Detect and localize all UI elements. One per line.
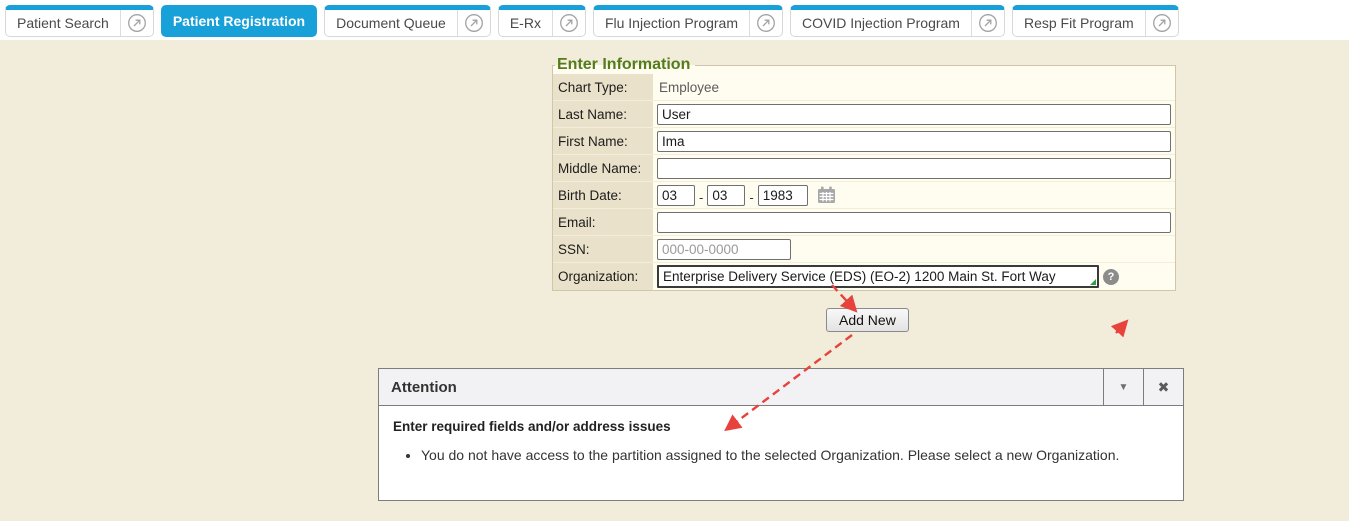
external-link-icon [559,13,579,33]
email-row: Email: [553,209,1175,236]
tab-resp-fit-program[interactable]: Resp Fit Program [1012,5,1179,37]
open-in-new-window-button[interactable] [971,10,1004,36]
attention-panel: Attention ▼ ✖ Enter required fields and/… [378,368,1184,501]
form-legend: Enter Information [555,56,695,74]
attention-title: Attention [379,369,1103,405]
open-in-new-window-button[interactable] [1145,10,1178,36]
tab-e-rx[interactable]: E-Rx [498,5,586,37]
external-link-icon [127,13,147,33]
tab-label: Resp Fit Program [1013,10,1145,36]
attention-header: Attention ▼ ✖ [379,369,1183,406]
birth-date-row: Birth Date: - - [553,182,1175,209]
middle-name-label: Middle Name: [553,155,653,181]
help-icon[interactable]: ? [1103,269,1119,285]
tab-label: Patient Registration [162,6,316,36]
ssn-row: SSN: [553,236,1175,263]
tab-patient-search[interactable]: Patient Search [5,5,154,37]
chevron-down-icon: ▼ [1119,382,1129,393]
external-link-icon [756,13,776,33]
open-in-new-window-button[interactable] [120,10,153,36]
birth-date-label: Birth Date: [553,182,653,208]
enter-information-fieldset: Enter Information Chart Type: Employee L… [552,56,1176,291]
middle-name-row: Middle Name: [553,155,1175,182]
tab-label: Patient Search [6,10,120,36]
open-in-new-window-button[interactable] [457,10,490,36]
attention-body: Enter required fields and/or address iss… [379,406,1183,476]
date-separator: - [749,190,753,205]
close-icon: ✖ [1158,379,1170,396]
last-name-label: Last Name: [553,101,653,127]
add-new-button[interactable]: Add New [826,308,909,332]
close-panel-button[interactable]: ✖ [1143,369,1183,405]
first-name-label: First Name: [553,128,653,154]
first-name-input[interactable] [657,131,1171,152]
last-name-input[interactable] [657,104,1171,125]
ssn-input[interactable] [657,239,791,260]
external-link-icon [1152,13,1172,33]
organization-row: Organization: ? [553,263,1175,290]
last-name-row: Last Name: [553,101,1175,128]
chart-type-label: Chart Type: [553,74,653,100]
tab-label: Flu Injection Program [594,10,749,36]
tab-bar: Patient Search Patient Registration Docu… [0,0,1349,40]
tab-patient-registration[interactable]: Patient Registration [161,5,317,37]
open-in-new-window-button[interactable] [552,10,585,36]
organization-label: Organization: [553,263,653,290]
small-cursor-arrow [1116,322,1126,333]
attention-heading: Enter required fields and/or address iss… [393,419,1169,434]
collapse-panel-button[interactable]: ▼ [1103,369,1143,405]
chart-type-value: Employee [657,80,719,95]
ssn-label: SSN: [553,236,653,262]
tab-label: E-Rx [499,10,552,36]
email-input[interactable] [657,212,1171,233]
birth-day-input[interactable] [707,185,745,206]
tab-label: Document Queue [325,10,457,36]
birth-year-input[interactable] [758,185,808,206]
tab-label: COVID Injection Program [791,10,971,36]
attention-message-list: You do not have access to the partition … [421,447,1169,463]
autocomplete-corner-indicator [1090,279,1096,285]
date-separator: - [699,190,703,205]
first-name-row: First Name: [553,128,1175,155]
tab-document-queue[interactable]: Document Queue [324,5,491,37]
organization-input[interactable] [657,265,1099,288]
external-link-icon [464,13,484,33]
middle-name-input[interactable] [657,158,1171,179]
email-label: Email: [553,209,653,235]
open-in-new-window-button[interactable] [749,10,782,36]
attention-message: You do not have access to the partition … [421,447,1169,463]
tab-flu-injection-program[interactable]: Flu Injection Program [593,5,783,37]
birth-month-input[interactable] [657,185,695,206]
chart-type-row: Chart Type: Employee [553,74,1175,101]
external-link-icon [978,13,998,33]
tab-covid-injection-program[interactable]: COVID Injection Program [790,5,1005,37]
calendar-icon[interactable] [817,186,836,204]
